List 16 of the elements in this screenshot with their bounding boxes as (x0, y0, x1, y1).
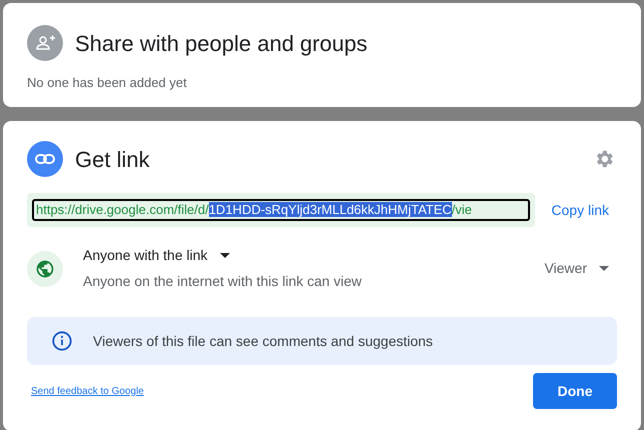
caret-icon (599, 266, 609, 271)
link-title: Get link (75, 146, 151, 174)
share-subtitle: No one has been added yet (27, 74, 188, 92)
globe-icon (35, 258, 55, 278)
caret-icon (220, 253, 230, 258)
info-text: Viewers of this file can see comments and suggestions (93, 332, 433, 351)
info-icon (51, 330, 73, 352)
share-title: Share with people and groups (75, 30, 368, 58)
done-button[interactable]: Done (533, 373, 617, 409)
access-description: Anyone on the internet with this link can view (83, 272, 363, 291)
role-dropdown[interactable]: Viewer (544, 258, 609, 279)
add-person-icon (27, 25, 63, 61)
access-dropdown[interactable]: Anyone with the link (83, 245, 230, 266)
copy-link-button[interactable]: Copy link (543, 196, 617, 224)
feedback-link[interactable]: Send feedback to Google (31, 384, 144, 398)
link-icon (27, 141, 63, 177)
